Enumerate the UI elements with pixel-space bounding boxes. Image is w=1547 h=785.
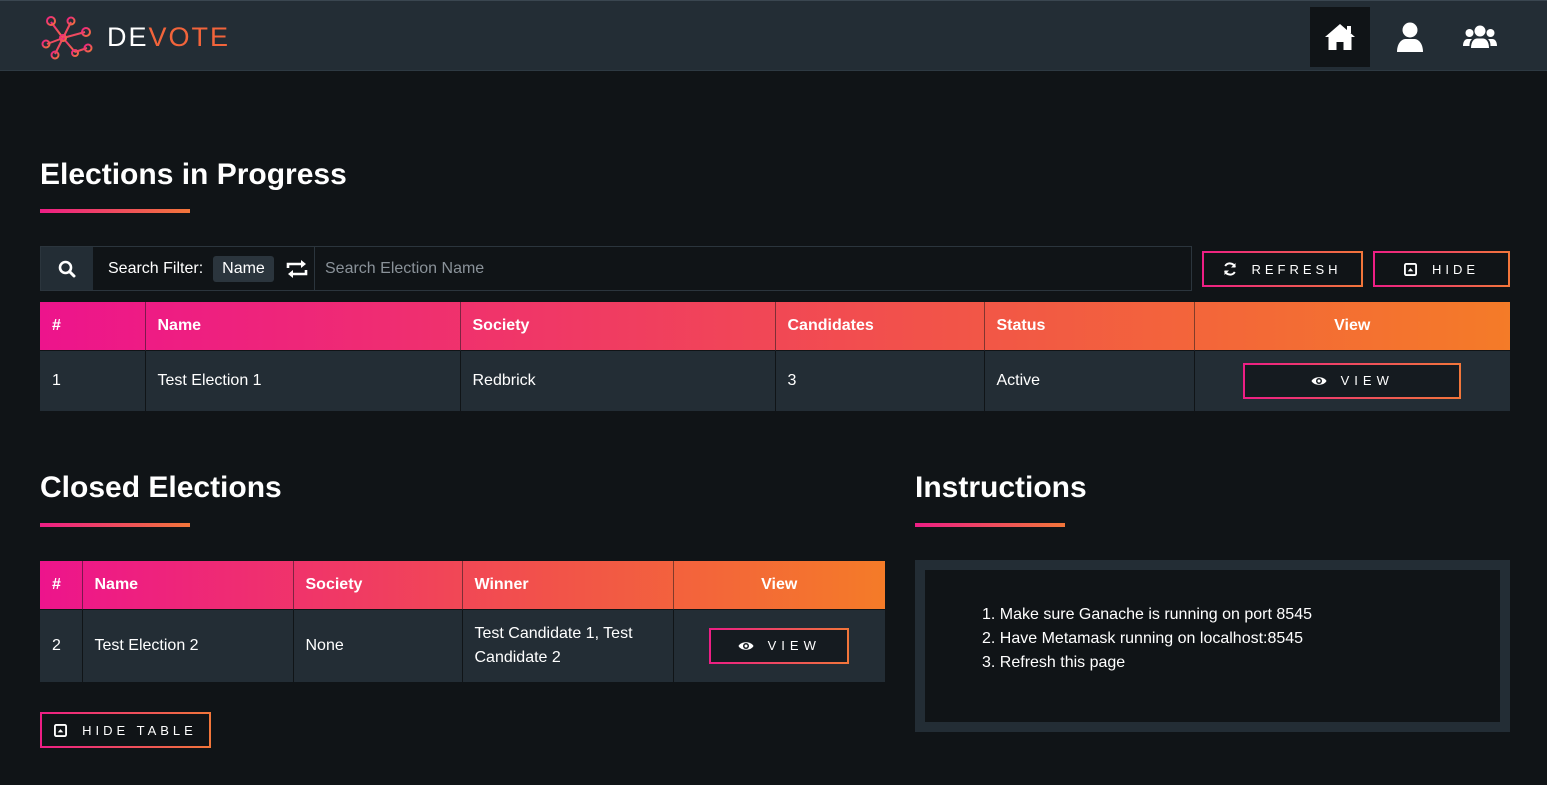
cell-society: Redbrick	[460, 349, 776, 411]
eye-icon	[738, 639, 754, 653]
search-filter: Search Filter: Name	[93, 247, 315, 290]
cell-winner: Test Candidate 1, Test Candidate 2	[462, 608, 674, 682]
cell-num: 2	[40, 608, 83, 682]
nav-profile-button[interactable]	[1380, 7, 1440, 67]
view-election-button[interactable]: VIEW	[1243, 363, 1461, 399]
eye-icon	[1311, 374, 1327, 388]
instructions-panel: 1. Make sure Ganache is running on port …	[915, 560, 1510, 732]
cell-view: VIEW	[673, 608, 885, 682]
cell-view: VIEW	[1194, 349, 1510, 411]
table-row: 1 Test Election 1 Redbrick 3 Active VIEW	[40, 349, 1510, 411]
list-item: 3. Refresh this page	[982, 654, 1126, 671]
brand-name: DEVOTE	[107, 22, 230, 53]
closed-table: # Name Society Winner View 2 Test Electi…	[40, 561, 885, 682]
column-header-num: #	[40, 302, 146, 350]
cell-name: Test Election 2	[82, 608, 294, 682]
table-row: 2 Test Election 2 None Test Candidate 1,…	[40, 608, 885, 682]
progress-table: # Name Society Candidates Status View 1 …	[40, 302, 1510, 411]
user-icon	[1397, 22, 1423, 52]
hide-button[interactable]: HIDE	[1373, 251, 1510, 287]
instructions-heading: Instructions	[915, 471, 1087, 504]
instructions-heading-underline	[915, 523, 1065, 527]
refresh-button-label: REFRESH	[1251, 261, 1342, 277]
brand-name-part2: VOTE	[148, 21, 231, 52]
cell-num: 1	[40, 349, 146, 411]
users-group-icon	[1463, 25, 1497, 48]
view-election-button[interactable]: VIEW	[709, 628, 849, 664]
cell-name: Test Election 1	[145, 349, 461, 411]
search-bar: Search Filter: Name	[40, 246, 1192, 291]
nav-groups-button[interactable]	[1450, 7, 1510, 67]
column-header-winner: Winner	[462, 561, 674, 609]
top-navbar: DEVOTE	[0, 0, 1547, 71]
closed-heading-underline	[40, 523, 190, 527]
list-item: 1. Make sure Ganache is running on port …	[982, 606, 1312, 623]
home-icon	[1325, 24, 1355, 50]
refresh-icon	[1223, 262, 1237, 276]
cell-candidates: 3	[775, 349, 985, 411]
view-button-label: VIEW	[1340, 372, 1394, 388]
view-button-label: VIEW	[767, 637, 821, 653]
network-logo-icon	[41, 16, 93, 60]
list-item: 2. Have Metamask running on localhost:85…	[982, 630, 1304, 647]
closed-table-header: # Name Society Winner View	[40, 561, 885, 609]
brand-logo[interactable]: DEVOTE	[41, 14, 230, 60]
column-header-society: Society	[460, 302, 776, 350]
progress-heading-underline	[40, 209, 190, 213]
column-header-num: #	[40, 561, 83, 609]
search-filter-value[interactable]: Name	[213, 255, 274, 282]
column-header-name: Name	[145, 302, 461, 350]
collapse-icon	[1403, 262, 1418, 276]
collapse-icon	[54, 723, 68, 737]
swap-filter-button[interactable]	[284, 258, 310, 280]
search-filter-label: Search Filter:	[108, 259, 204, 277]
cell-society: None	[293, 608, 463, 682]
hide-button-label: HIDE	[1431, 261, 1480, 277]
hide-table-button-label: HIDE TABLE	[82, 722, 197, 738]
instructions-list: 1. Make sure Ganache is running on port …	[925, 570, 1500, 722]
column-header-candidates: Candidates	[775, 302, 985, 350]
brand-name-part1: DE	[107, 21, 149, 52]
closed-heading: Closed Elections	[40, 471, 282, 504]
column-header-name: Name	[82, 561, 294, 609]
progress-table-header: # Name Society Candidates Status View	[40, 302, 1510, 350]
search-input[interactable]	[315, 247, 1191, 290]
column-header-society: Society	[293, 561, 463, 609]
refresh-button[interactable]: REFRESH	[1202, 251, 1363, 287]
cell-status: Active	[984, 349, 1195, 411]
nav-home-button[interactable]	[1310, 7, 1370, 67]
progress-heading: Elections in Progress	[40, 158, 347, 191]
column-header-status: Status	[984, 302, 1195, 350]
search-button[interactable]	[41, 247, 93, 290]
column-header-view: View	[761, 575, 798, 593]
hide-table-button[interactable]: HIDE TABLE	[40, 712, 211, 748]
column-header-view: View	[1334, 316, 1371, 334]
swap-icon	[286, 259, 308, 278]
search-icon	[58, 260, 76, 277]
